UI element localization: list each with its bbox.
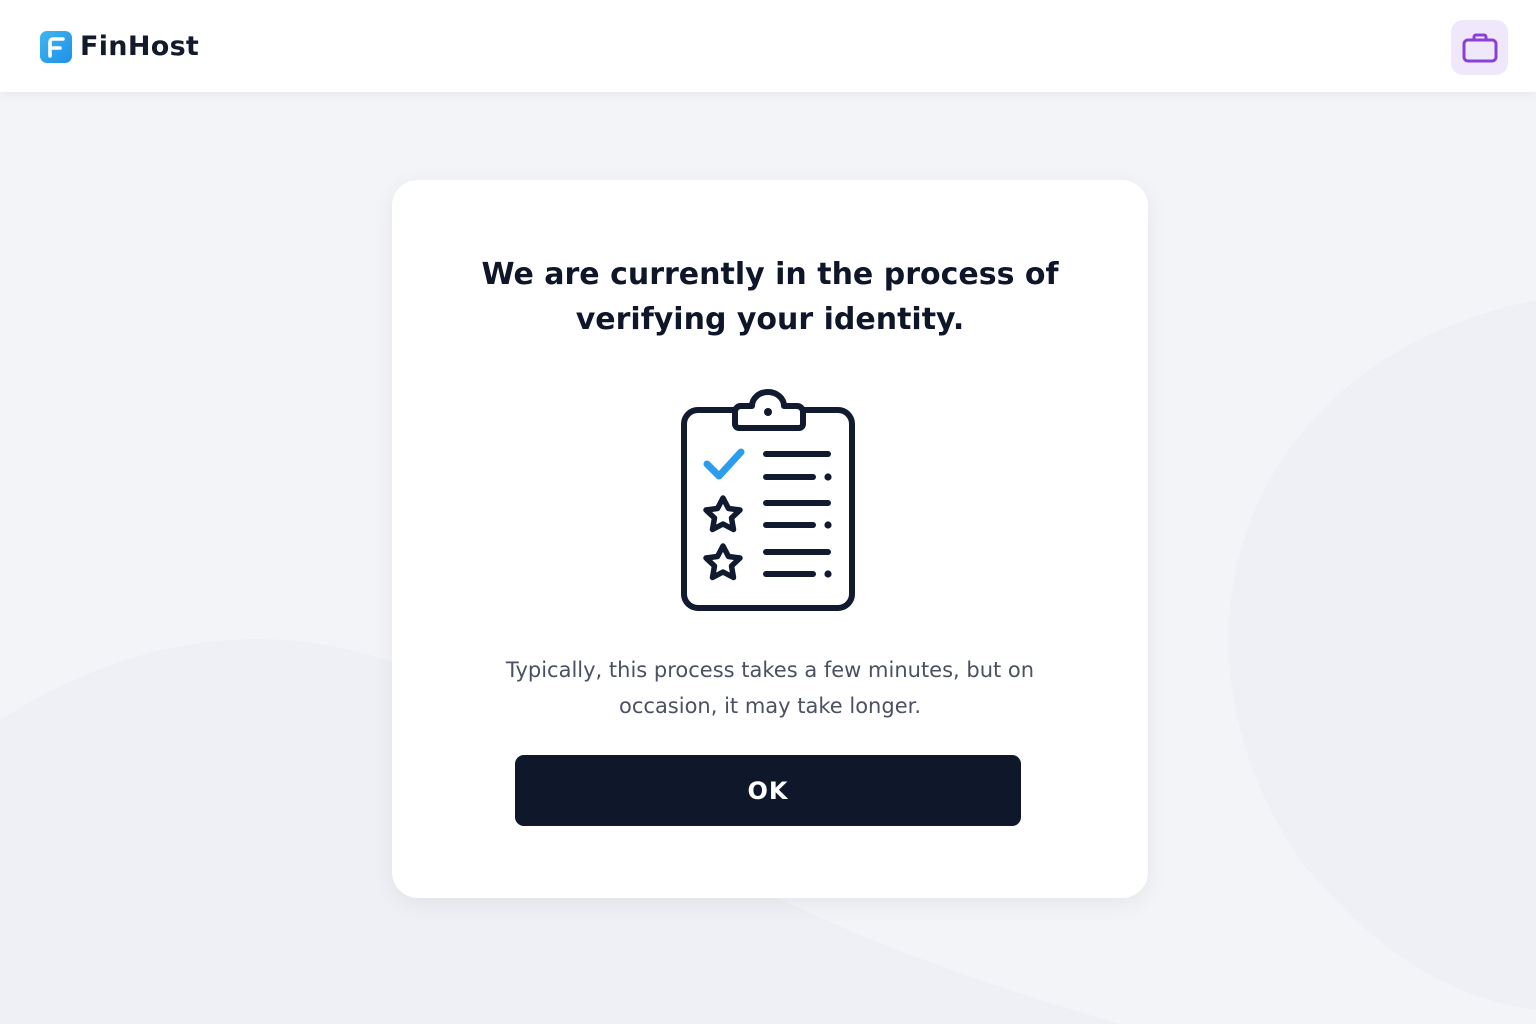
dialog-message: Typically, this process takes a few minu… <box>505 658 1035 718</box>
verification-dialog: We are currently in the process of verif… <box>392 180 1148 898</box>
brand-name: FinHost <box>80 31 200 62</box>
finhost-logo-icon <box>40 31 72 63</box>
dialog-title: We are currently in the process of verif… <box>481 257 1059 337</box>
clipboard-checklist-icon <box>681 389 855 611</box>
brand[interactable]: FinHost <box>40 30 199 64</box>
wallet-icon <box>1462 33 1497 62</box>
top-bar: FinHost <box>0 0 1536 92</box>
wallet-button[interactable] <box>1451 20 1508 75</box>
ok-button[interactable]: OK <box>515 755 1021 826</box>
